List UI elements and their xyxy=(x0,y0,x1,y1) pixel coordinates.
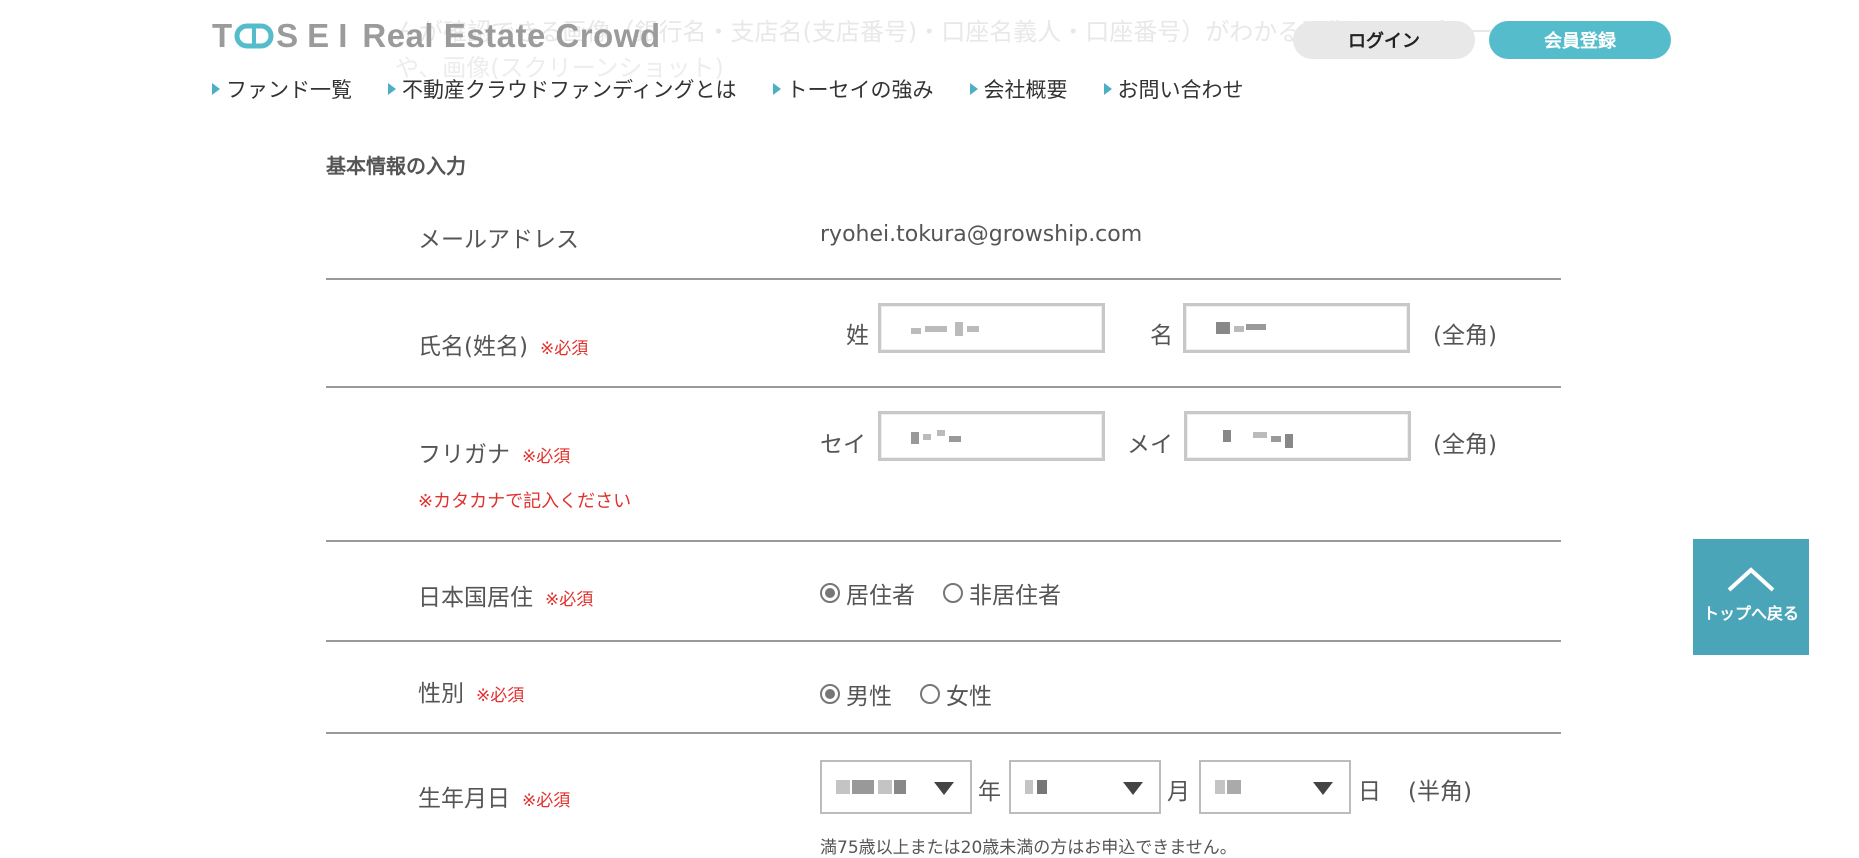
name-label: 氏名(姓名) ※必須 xyxy=(418,327,588,361)
birth-month-select[interactable] xyxy=(1009,760,1161,814)
email-value: ryohei.tokura@growship.com xyxy=(820,222,1143,247)
chevron-up-icon xyxy=(1727,567,1775,592)
logo-sei: SEI xyxy=(276,17,357,54)
radio-checked-icon[interactable] xyxy=(820,583,840,603)
month-unit: 月 xyxy=(1167,779,1190,805)
kana-mei-label: メイ xyxy=(1127,432,1173,458)
radio-female-label: 女性 xyxy=(946,684,992,710)
back-to-top-label: トップへ戻る xyxy=(1702,604,1799,623)
email-label-text: メールアドレス xyxy=(418,227,579,253)
kana-note: ※カタカナで記入ください xyxy=(418,491,632,512)
name-label-text: 氏名(姓名) xyxy=(418,334,528,360)
birthdate-suffix: (半角) xyxy=(1408,779,1472,805)
nav-arrow-icon xyxy=(969,83,978,95)
logo-loop-icon xyxy=(234,22,274,50)
required-badge: ※必須 xyxy=(522,447,571,467)
last-name-input[interactable] xyxy=(878,303,1105,353)
day-unit: 日 xyxy=(1358,779,1381,805)
last-name-kana-input[interactable] xyxy=(878,411,1105,461)
redacted-value xyxy=(911,322,981,338)
birth-day-select[interactable] xyxy=(1199,760,1351,814)
nav-item-label: トーセイの強み xyxy=(786,78,934,102)
first-name-kana-input[interactable] xyxy=(1184,411,1411,461)
radio-non-resident[interactable]: 非居住者 xyxy=(943,576,1061,610)
radio-checked-icon[interactable] xyxy=(820,684,840,704)
nav-item-label: 会社概要 xyxy=(983,78,1068,102)
required-badge: ※必須 xyxy=(545,590,594,610)
nav-arrow-icon xyxy=(772,83,781,95)
radio-male[interactable]: 男性 xyxy=(820,677,892,711)
kana-label-text: フリガナ xyxy=(418,442,510,468)
radio-unchecked-icon[interactable] xyxy=(920,684,940,704)
logo-letter-t: T xyxy=(212,17,233,54)
chevron-down-icon xyxy=(934,782,954,795)
kana-label: フリガナ ※必須 xyxy=(418,435,570,469)
residence-label-text: 日本国居住 xyxy=(418,585,533,611)
residence-label: 日本国居住 ※必須 xyxy=(418,578,593,612)
nav-arrow-icon xyxy=(212,83,220,95)
radio-female[interactable]: 女性 xyxy=(920,677,992,711)
site-header: T SEI Real Estate Crowd ログイン 会員登録 ファンド一覧… xyxy=(0,0,1859,110)
site-logo[interactable]: T SEI Real Estate Crowd xyxy=(212,14,661,58)
birthdate-label: 生年月日 ※必須 xyxy=(418,779,570,813)
first-name-input[interactable] xyxy=(1183,303,1410,353)
row-divider xyxy=(326,540,1561,542)
radio-resident[interactable]: 居住者 xyxy=(820,576,915,610)
sei-label: 姓 xyxy=(846,323,869,349)
back-to-top-button[interactable]: トップへ戻る xyxy=(1693,539,1809,655)
nav-item-label: ファンド一覧 xyxy=(226,78,352,102)
logo-real-estate-crowd: Real Estate Crowd xyxy=(362,17,661,54)
name-suffix: (全角) xyxy=(1433,323,1497,349)
row-divider xyxy=(326,640,1561,642)
row-divider xyxy=(326,732,1561,734)
chevron-down-icon xyxy=(1123,782,1143,795)
nav-item-fund-list[interactable]: ファンド一覧 xyxy=(212,74,352,104)
radio-unchecked-icon[interactable] xyxy=(943,583,963,603)
chevron-down-icon xyxy=(1313,782,1333,795)
birthdate-note: 満75歳以上または20歳未満の方はお申込できません。 xyxy=(820,838,1237,858)
radio-non-resident-label: 非居住者 xyxy=(969,583,1061,609)
gender-label-text: 性別 xyxy=(418,681,464,707)
required-badge: ※必須 xyxy=(522,791,571,811)
gender-label: 性別 ※必須 xyxy=(418,674,524,708)
required-badge: ※必須 xyxy=(539,339,589,359)
email-label: メールアドレス xyxy=(418,220,579,254)
nav-item-label: お問い合わせ xyxy=(1117,78,1244,102)
radio-resident-label: 居住者 xyxy=(846,583,915,609)
nav-item-company[interactable]: 会社概要 xyxy=(969,74,1068,104)
nav-item-about-crowdfunding[interactable]: 不動産クラウドファンディングとは xyxy=(388,74,737,104)
gender-radio-group: 男性 女性 xyxy=(820,677,1020,711)
main-nav: ファンド一覧 不動産クラウドファンディングとは トーセイの強み 会社概要 お問い… xyxy=(212,74,1280,104)
nav-item-contact[interactable]: お問い合わせ xyxy=(1103,74,1244,104)
nav-arrow-icon xyxy=(1103,83,1112,95)
nav-item-label: 不動産クラウドファンディングとは xyxy=(402,78,737,102)
birth-year-select[interactable] xyxy=(820,760,972,814)
redacted-value xyxy=(1216,322,1286,338)
row-divider xyxy=(326,386,1561,388)
redacted-value xyxy=(1217,430,1293,448)
redacted-value xyxy=(911,430,981,446)
nav-arrow-icon xyxy=(388,83,396,95)
required-badge: ※必須 xyxy=(476,686,525,706)
kana-suffix: (全角) xyxy=(1433,432,1497,458)
section-title: 基本情報の入力 xyxy=(326,154,466,178)
nav-item-strengths[interactable]: トーセイの強み xyxy=(772,74,934,104)
mei-label: 名 xyxy=(1150,323,1173,349)
row-divider xyxy=(326,278,1561,280)
birthdate-label-text: 生年月日 xyxy=(418,786,510,812)
year-unit: 年 xyxy=(978,779,1001,805)
kana-sei-label: セイ xyxy=(820,432,866,458)
register-button[interactable]: 会員登録 xyxy=(1489,21,1671,59)
radio-male-label: 男性 xyxy=(846,684,892,710)
login-button[interactable]: ログイン xyxy=(1293,21,1475,59)
residence-radio-group: 居住者 非居住者 xyxy=(820,576,1089,610)
